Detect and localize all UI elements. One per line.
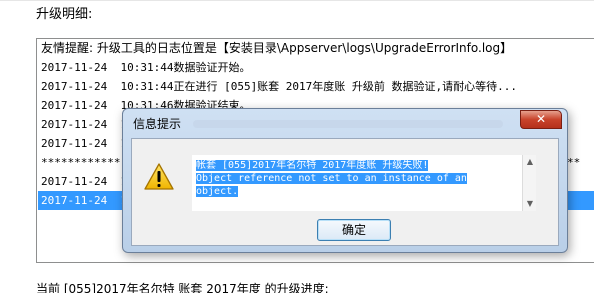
message-line: object. [196, 186, 239, 197]
log-line: 2017-11-24 10 [41, 175, 134, 188]
log-line: 2017-11-24 10:31:44正在进行 [055]账套 2017年度账 … [41, 80, 518, 93]
message-text[interactable]: 帐套 [055]2017年名尔特 2017年度账 升级失败! Object re… [192, 155, 522, 211]
log-line: 2017-11-24 10 [41, 137, 134, 150]
log-notice: 友情提醒: 升级工具的日志位置是【安装目录\Appserver\logs\Upg… [41, 41, 513, 55]
message-scrollbar[interactable]: ▲ ▼ [522, 155, 536, 211]
section-title: 升级明细: [36, 7, 93, 22]
warning-icon [144, 163, 174, 190]
log-line: 2017-11-24 10:31:44数据验证开始。 [41, 61, 251, 74]
scroll-down-arrow-icon[interactable]: ▼ [523, 197, 537, 211]
close-button[interactable]: ✕ [520, 110, 562, 129]
log-line-stars: ** [567, 156, 581, 169]
message-line: Object reference not set to an instance … [196, 173, 467, 184]
redacted-text [193, 120, 503, 128]
scroll-up-arrow-icon[interactable]: ▲ [523, 155, 537, 169]
log-line: ************ [41, 156, 121, 169]
progress-label: 当前 [055]2017年名尔特 账套 2017年度 的升级进度: [36, 282, 329, 293]
message-line: 帐套 [055]2017年名尔特 2017年度账 升级失败! [196, 160, 429, 171]
top-divider [0, 0, 594, 1]
ok-button[interactable]: 确定 [317, 219, 391, 241]
info-dialog: 信息提示 ✕ 帐套 [055]2017年名尔特 2017年度账 升级失败! Ob… [122, 108, 568, 253]
log-line: 2017-11-24 10 [41, 118, 134, 131]
dialog-title: 信息提示 [133, 117, 182, 131]
dialog-body: 帐套 [055]2017年名尔特 2017年度账 升级失败! Object re… [131, 138, 559, 246]
